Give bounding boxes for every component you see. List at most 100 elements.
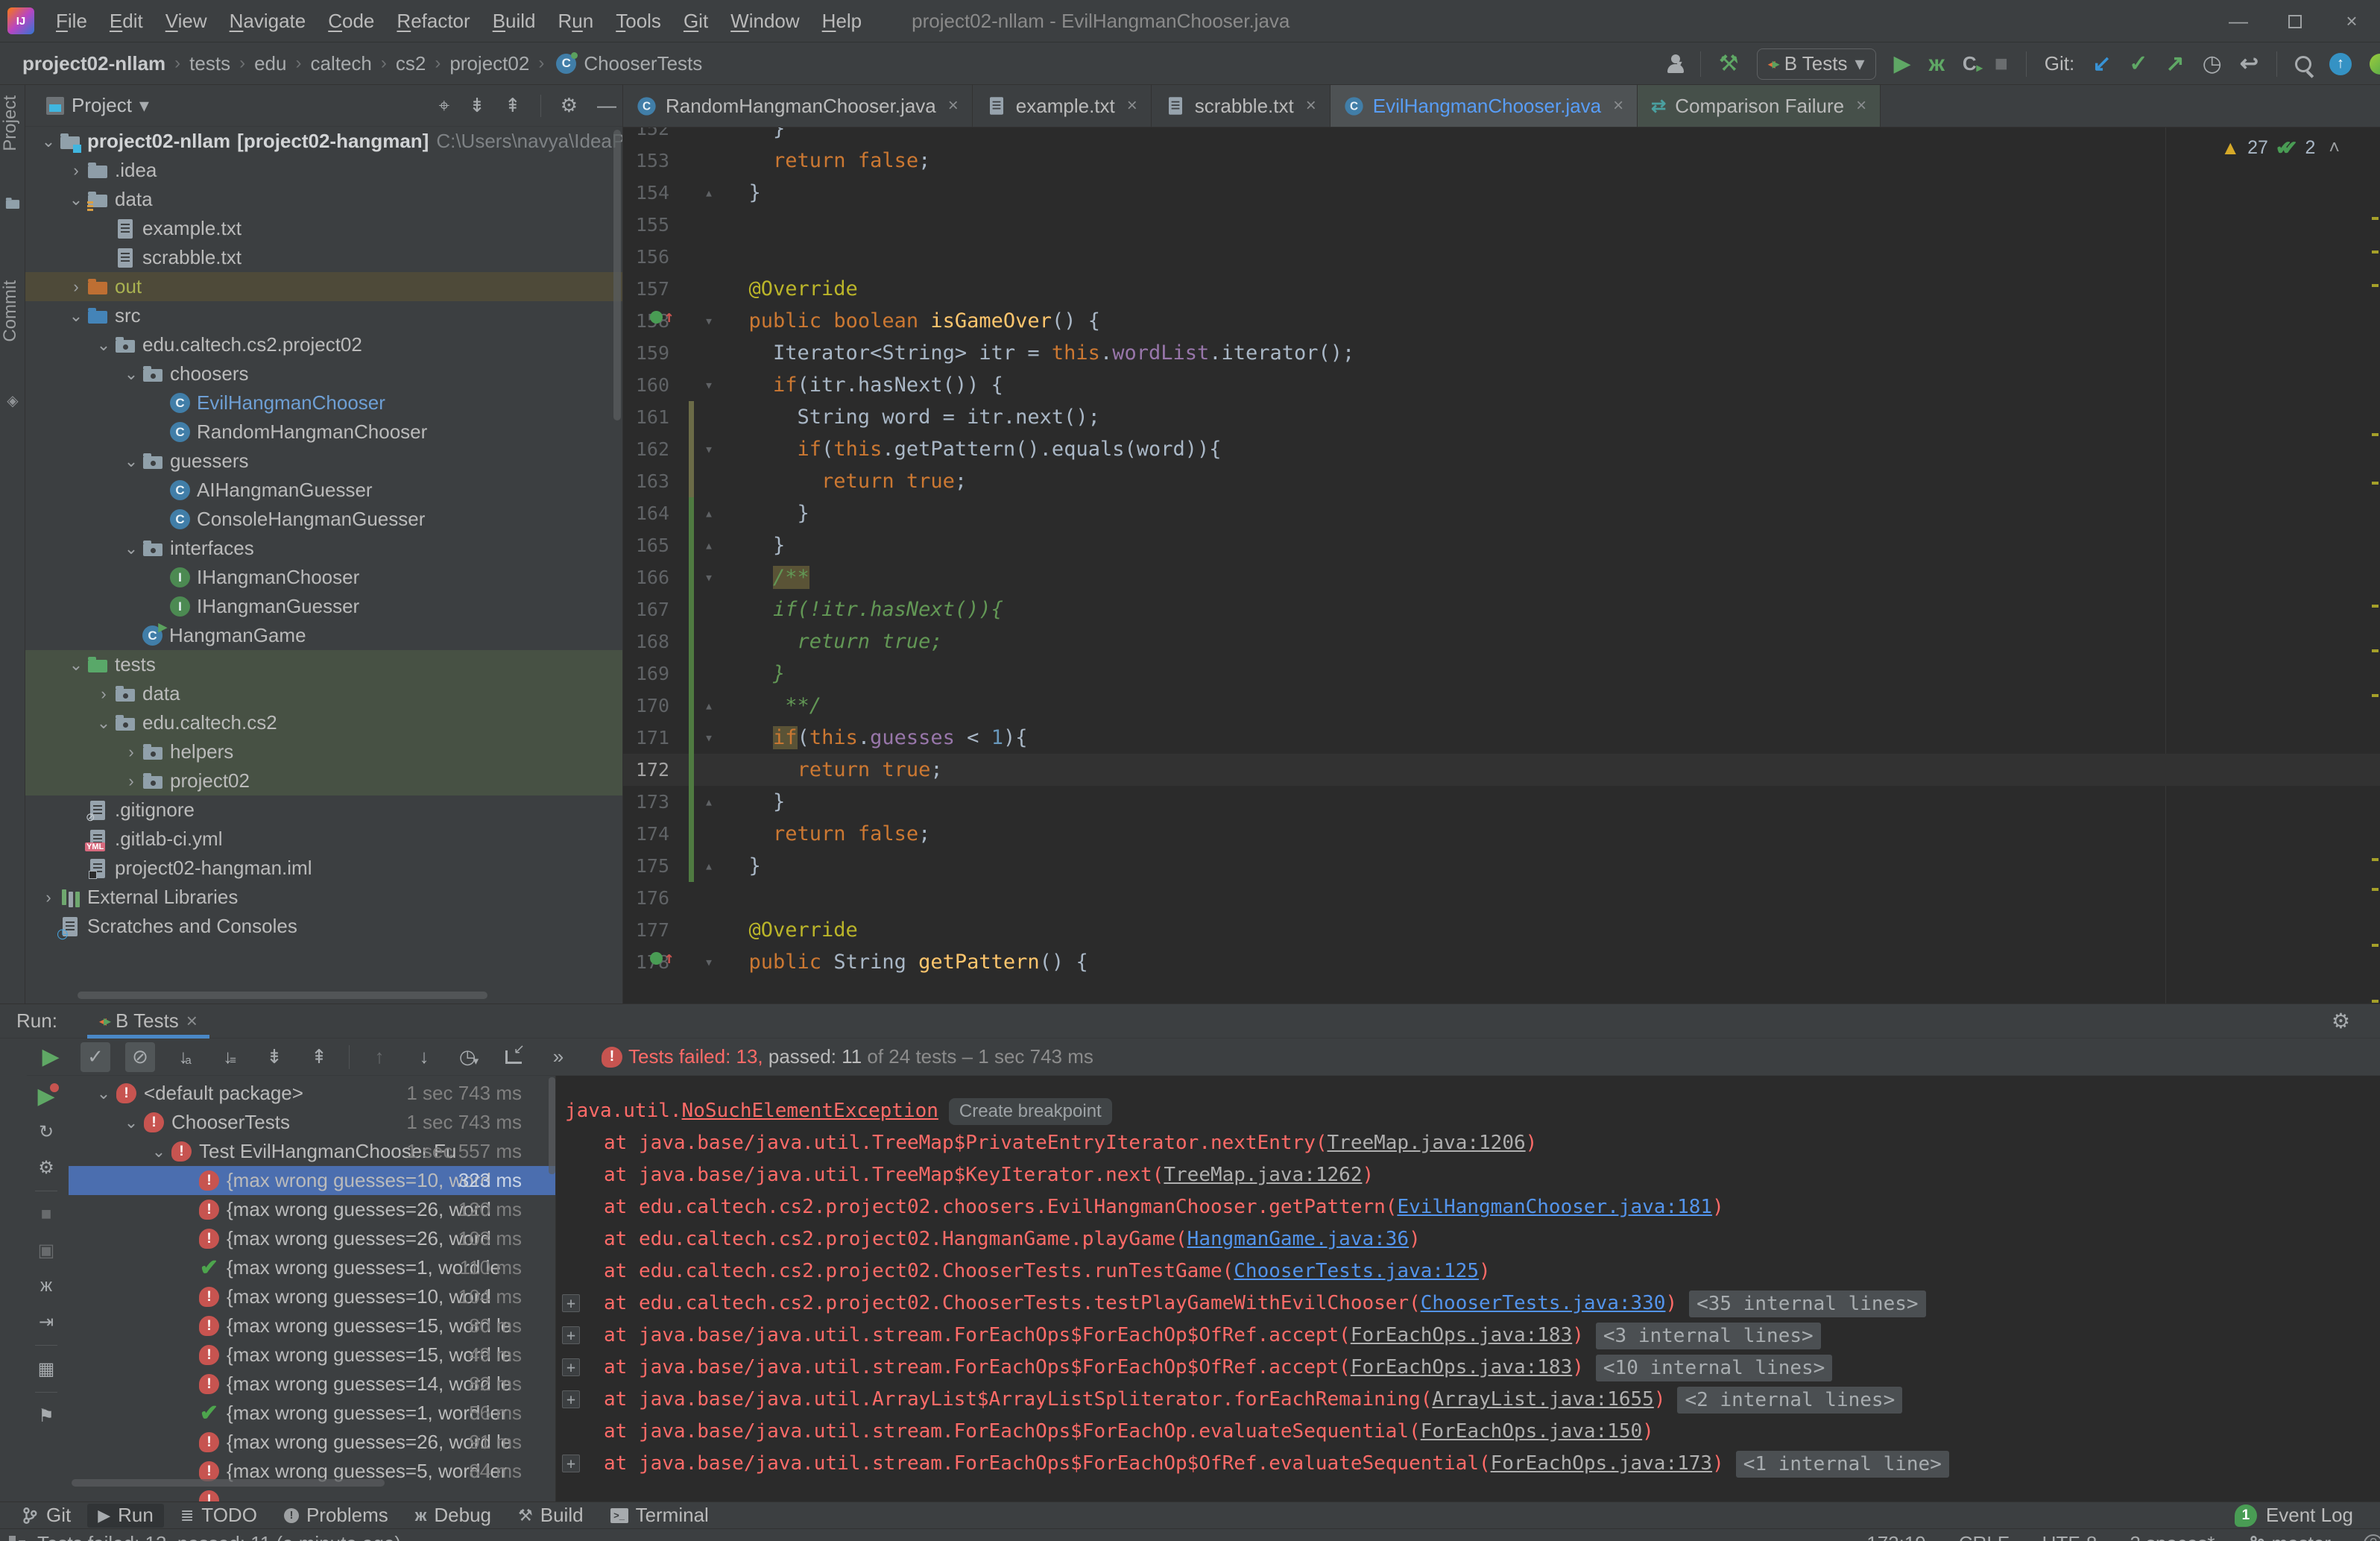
maximize-button[interactable] <box>2267 0 2323 42</box>
test-row[interactable]: !{max wrong guesses=15, word le80 ms <box>69 1311 555 1340</box>
editor-tab[interactable]: CEvilHangmanChooser.java× <box>1331 85 1638 127</box>
expand-fold-icon[interactable]: + <box>562 1294 580 1312</box>
stop-icon[interactable]: ■ <box>34 1202 59 1227</box>
event-log-button[interactable]: 1Event Log <box>2235 1504 2353 1527</box>
tree-expander[interactable]: › <box>37 888 60 907</box>
toolwindow-button-debug[interactable]: жDebug <box>405 1504 502 1528</box>
internal-lines-chip[interactable]: <35 internal lines> <box>1689 1291 1925 1317</box>
toolwindow-button-todo[interactable]: ≣TODO <box>170 1504 268 1528</box>
breadcrumb-item[interactable]: caltech <box>307 52 374 75</box>
stack-frame-link[interactable]: EvilHangmanChooser.java:181 <box>1397 1196 1712 1218</box>
run-with-coverage-button[interactable]: C <box>1963 52 1977 75</box>
menu-refactor[interactable]: Refactor <box>385 10 481 33</box>
override-gutter-icon[interactable]: ↑ <box>650 952 674 965</box>
export-test-results-icon[interactable]: ⇥ <box>34 1309 59 1334</box>
more-actions-icon[interactable]: » <box>543 1042 573 1072</box>
tree-row[interactable]: ›helpers <box>25 737 622 766</box>
tool-window-switcher-icon[interactable] <box>9 1536 25 1541</box>
tree-row[interactable]: ⌄guessers <box>25 447 622 476</box>
tree-expander[interactable]: ⌄ <box>92 335 115 355</box>
toolwindow-button-problems[interactable]: !Problems <box>274 1504 399 1528</box>
stack-frame-link[interactable]: HangmanGame.java:36 <box>1187 1228 1409 1250</box>
expand-all-icon[interactable]: ⇟ <box>469 94 485 117</box>
hide-panel-icon[interactable]: — <box>597 94 616 117</box>
tree-row[interactable]: .gitignore <box>25 795 622 825</box>
rerun-icon[interactable]: ↻ <box>34 1119 59 1144</box>
tree-expander[interactable]: › <box>65 277 87 297</box>
history-clock-icon[interactable]: ◷ <box>2203 51 2222 77</box>
debug-button[interactable]: ж <box>1929 51 1945 77</box>
close-button[interactable]: × <box>2323 0 2380 42</box>
git-push-icon[interactable]: ↗ <box>2166 51 2185 77</box>
tree-expander[interactable]: ⌄ <box>120 539 142 558</box>
close-icon[interactable]: × <box>186 1009 198 1033</box>
previous-failed-test-icon[interactable]: ↑ <box>364 1042 394 1072</box>
run-configuration-select[interactable]: ◂▸ B Tests ▾ <box>1757 48 1876 80</box>
fold-marker[interactable]: ▾ <box>698 722 720 754</box>
user-avatar[interactable]: ▾ <box>1666 54 1682 74</box>
sort-alphabetically-icon[interactable]: ↓a <box>170 1042 200 1072</box>
expand-fold-icon[interactable]: + <box>562 1455 580 1472</box>
sort-by-duration-icon[interactable]: ↓≡ <box>215 1042 244 1072</box>
tree-expander[interactable]: ⌄ <box>65 306 87 326</box>
gear-icon[interactable]: ⚙ <box>2332 1009 2350 1033</box>
test-row[interactable]: ✔{max wrong guesses=1, word le110 ms <box>69 1253 555 1282</box>
test-tree-hscrollbar[interactable] <box>72 1479 385 1487</box>
show-ignored-toggle[interactable]: ⊘ <box>125 1042 155 1072</box>
stack-frame-link[interactable]: TreeMap.java:1206 <box>1328 1132 1526 1154</box>
tab-close-icon[interactable]: × <box>1613 95 1623 116</box>
git-update-icon[interactable]: ↙ <box>2092 51 2111 77</box>
rerun-tests-button[interactable]: ▶ <box>36 1042 66 1072</box>
toolwindow-button-run[interactable]: ▶Run <box>87 1504 164 1528</box>
test-row[interactable]: !{max wrong guesses=10, word323 ms <box>69 1166 555 1195</box>
git-branch-widget[interactable]: master <box>2248 1532 2331 1541</box>
test-tree-vscrollbar[interactable] <box>549 1077 555 1174</box>
next-failed-test-icon[interactable]: ↓ <box>409 1042 439 1072</box>
import-test-results-icon[interactable] <box>499 1042 528 1072</box>
expand-fold-icon[interactable]: + <box>562 1358 580 1376</box>
tree-expander[interactable]: ⌄ <box>65 190 87 209</box>
test-row[interactable]: !{max wrong guesses=10, word104 ms <box>69 1282 555 1311</box>
tree-expander[interactable]: › <box>120 772 142 791</box>
menu-tools[interactable]: Tools <box>605 10 672 33</box>
tree-row[interactable]: ⌄edu.caltech.cs2 <box>25 708 622 737</box>
menu-navigate[interactable]: Navigate <box>218 10 318 33</box>
stack-frame-link[interactable]: TreeMap.java:1262 <box>1164 1164 1362 1186</box>
tab-close-icon[interactable]: × <box>1306 95 1316 116</box>
toolwindow-button-build[interactable]: ⚒Build <box>508 1504 594 1528</box>
locate-file-icon[interactable]: ⌖ <box>438 94 449 118</box>
project-tree-vscrollbar[interactable] <box>613 130 621 420</box>
tree-row[interactable]: ⌄data <box>25 185 622 214</box>
tree-row[interactable]: CEvilHangmanChooser <box>25 388 622 417</box>
fold-marker[interactable]: ▴ <box>698 529 720 561</box>
stack-frame-link[interactable]: ForEachOps.java:173 <box>1491 1452 1712 1475</box>
tree-row[interactable]: CAIHangmanGuesser <box>25 476 622 505</box>
tree-expander[interactable]: › <box>120 743 142 762</box>
status-widget-caret-position[interactable]: 172:19 <box>1866 1532 1926 1541</box>
tree-row[interactable]: ⌄edu.caltech.cs2.project02 <box>25 330 622 359</box>
run-tab-b-tests[interactable]: ◂▸ B Tests × <box>87 1004 209 1039</box>
test-history-icon[interactable]: ◷▾ <box>454 1042 484 1072</box>
tree-row[interactable]: example.txt <box>25 214 622 243</box>
test-row[interactable]: ⌄!Test EvilHangmanChooser Fu1 sec 557 ms <box>69 1137 555 1166</box>
menu-file[interactable]: File <box>45 10 98 33</box>
collapse-all-icon[interactable]: ⇞ <box>304 1042 334 1072</box>
breadcrumb-item[interactable]: ChooserTests <box>581 52 705 75</box>
promo-badge-icon[interactable] <box>2370 54 2380 75</box>
stack-frame-link[interactable]: ForEachOps.java:183 <box>1351 1356 1572 1378</box>
collapse-all-icon[interactable]: ⇞ <box>505 94 521 117</box>
fold-marker[interactable]: ▾ <box>698 561 720 593</box>
tree-row[interactable]: ›data <box>25 679 622 708</box>
internal-lines-chip[interactable]: <1 internal line> <box>1736 1451 1949 1478</box>
toolwindow-button-terminal[interactable]: >_Terminal <box>600 1504 719 1528</box>
tree-expander[interactable]: ⌄ <box>146 1142 171 1162</box>
run-button[interactable]: ▶ <box>1894 51 1911 77</box>
tree-expander[interactable]: ⌄ <box>91 1084 116 1103</box>
tree-row[interactable]: CConsoleHangmanGuesser <box>25 505 622 534</box>
test-row[interactable]: !{max wrong guesses=15, word le49 ms <box>69 1340 555 1370</box>
breadcrumb-item[interactable]: cs2 <box>393 52 429 75</box>
minimize-button[interactable]: — <box>2210 0 2267 42</box>
breadcrumb-item[interactable]: project02-nllam <box>19 52 168 75</box>
tab-close-icon[interactable]: × <box>1856 95 1866 116</box>
project-tree-hscrollbar[interactable] <box>78 992 487 999</box>
